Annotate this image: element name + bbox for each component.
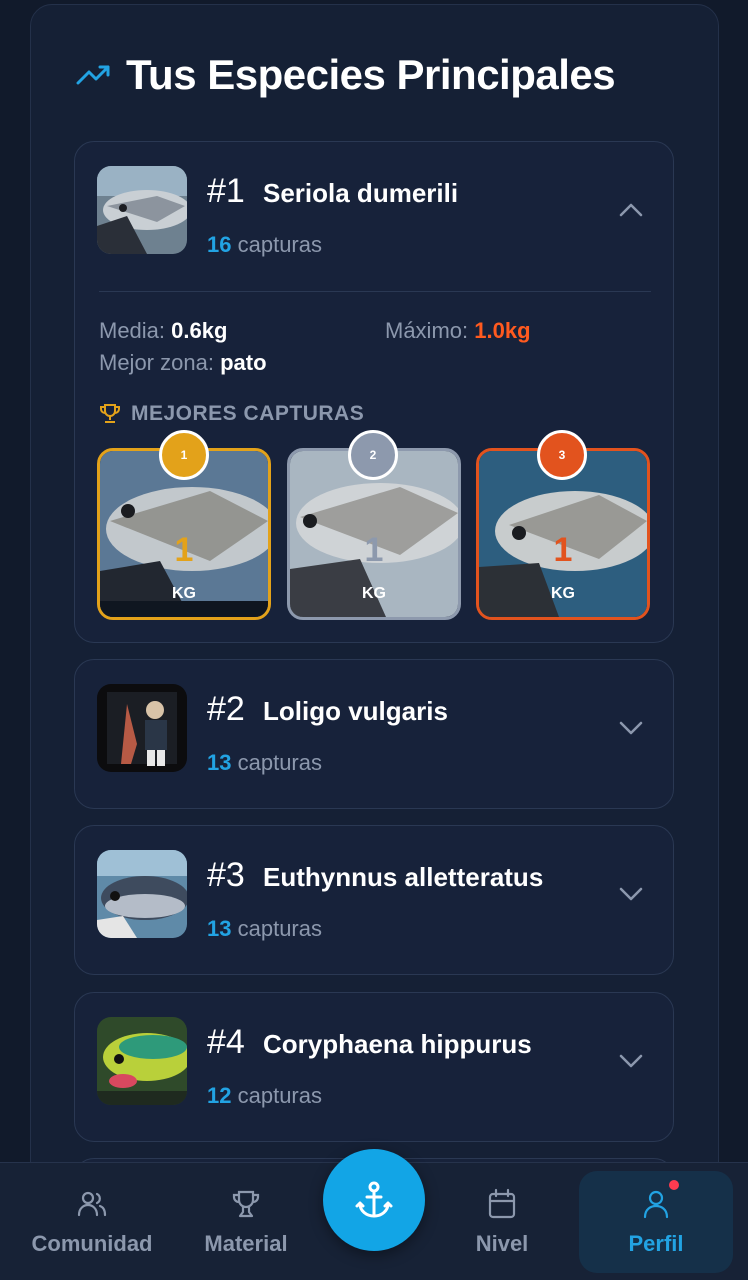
- section-header: Tus Especies Principales: [76, 48, 616, 102]
- nav-nivel[interactable]: Nivel: [462, 1163, 542, 1280]
- capture-weight: 1: [364, 531, 384, 569]
- capture-count-label: capturas: [237, 750, 322, 775]
- max-weight-value: 1.0kg: [474, 318, 531, 343]
- chevron-down-icon[interactable]: [617, 1051, 645, 1071]
- capture-count-label: capturas: [237, 232, 322, 257]
- capture-count-number: 12: [207, 1083, 232, 1108]
- chevron-down-icon[interactable]: [617, 718, 645, 738]
- capture-weight: 1: [174, 531, 194, 569]
- chevron-down-icon[interactable]: [617, 884, 645, 904]
- nav-label: Perfil: [628, 1231, 684, 1256]
- trending-up-icon: [76, 65, 110, 85]
- capture-unit: KG: [362, 585, 386, 602]
- capture-unit: KG: [551, 585, 575, 602]
- species-thumbnail: [97, 166, 187, 254]
- nav-label: Comunidad: [31, 1231, 153, 1256]
- capture-weight: 1: [553, 531, 573, 569]
- nav-label: Nivel: [475, 1231, 529, 1256]
- capture-count-label: capturas: [237, 1083, 322, 1108]
- anchor-fab-button[interactable]: [323, 1149, 425, 1251]
- species-name: Euthynnus alletteratus: [263, 862, 544, 892]
- species-thumbnail: [97, 850, 187, 938]
- bottom-navigation: Comunidad Material Nivel Perfil: [0, 1149, 748, 1280]
- nav-perfil[interactable]: Perfil: [600, 1163, 712, 1280]
- best-captures-title: MEJORES CAPTURAS: [131, 402, 365, 425]
- species-name: Seriola dumerili: [263, 178, 459, 208]
- anchor-icon: [355, 1181, 393, 1218]
- species-rank: #4: [207, 1023, 245, 1061]
- species-thumbnail: [97, 684, 187, 772]
- silver-medal-icon: 2: [348, 430, 398, 480]
- max-weight-label: Máximo:: [385, 318, 469, 343]
- nav-label: Material: [204, 1231, 288, 1256]
- capture-count-number: 16: [207, 232, 232, 257]
- capture-count-label: capturas: [237, 916, 322, 941]
- users-icon: [77, 1191, 107, 1217]
- species-rank: #3: [207, 856, 245, 894]
- species-name: Loligo vulgaris: [263, 696, 448, 726]
- max-weight: Máximo: 1.0kg: [385, 318, 531, 344]
- average-weight: Media: 0.6kg: [99, 318, 227, 344]
- user-icon: [643, 1190, 669, 1219]
- capture-count-number: 13: [207, 916, 232, 941]
- capture-count: 16 capturas: [207, 232, 322, 258]
- species-rank: #2: [207, 690, 245, 728]
- best-captures-heading: MEJORES CAPTURAS: [99, 402, 364, 426]
- species-name: Coryphaena hippurus: [263, 1029, 532, 1059]
- nav-comunidad[interactable]: Comunidad: [28, 1163, 156, 1280]
- trophy-icon: [232, 1190, 260, 1218]
- best-zone-value: pato: [220, 350, 267, 375]
- species-thumbnail: [97, 1017, 187, 1105]
- trophy-icon: [100, 404, 120, 423]
- divider: [99, 291, 651, 292]
- average-weight-label: Media:: [99, 318, 166, 343]
- nav-material[interactable]: Material: [194, 1163, 298, 1280]
- capture-count: 13 capturas: [207, 750, 322, 776]
- species-card-3[interactable]: #3 Euthynnus alletteratus 13 capturas: [74, 825, 674, 975]
- section-title: Tus Especies Principales: [126, 51, 616, 98]
- calendar-icon: [488, 1188, 516, 1219]
- species-rank: #1: [207, 172, 245, 210]
- best-zone: Mejor zona: pato: [99, 350, 267, 376]
- capture-count: 12 capturas: [207, 1083, 322, 1109]
- species-card-1[interactable]: #1 Seriola dumerili 16 capturas Media: 0…: [74, 141, 674, 643]
- species-card-4[interactable]: #4 Coryphaena hippurus 12 capturas: [74, 992, 674, 1142]
- chevron-up-icon[interactable]: [617, 200, 645, 220]
- average-weight-value: 0.6kg: [171, 318, 228, 343]
- capture-count: 13 capturas: [207, 916, 322, 942]
- best-zone-label: Mejor zona:: [99, 350, 214, 375]
- capture-unit: KG: [172, 585, 196, 602]
- species-card-2[interactable]: #2 Loligo vulgaris 13 capturas: [74, 659, 674, 809]
- bronze-medal-icon: 3: [537, 430, 587, 480]
- capture-count-number: 13: [207, 750, 232, 775]
- gold-medal-icon: 1: [159, 430, 209, 480]
